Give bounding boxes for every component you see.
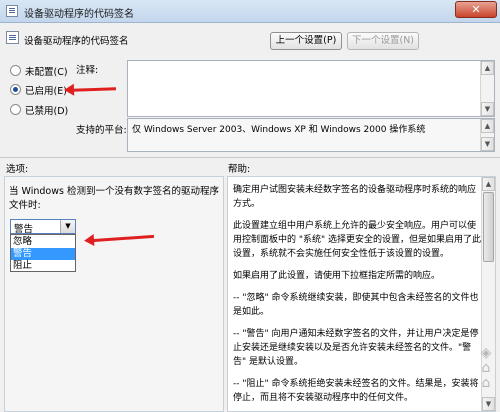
help-paragraph: -- "警告" 向用户通知未经数字签名的文件，并让用户决定是停止安装还是继续安装… xyxy=(233,329,479,367)
section-divider xyxy=(0,157,500,158)
radio-circle[interactable] xyxy=(10,84,21,95)
platform-label: 支持的平台: xyxy=(76,125,127,136)
scroll-down-icon[interactable]: ▼ xyxy=(481,137,494,151)
help-paragraph: 确定用户试图安装未经数字签名的设备驱动程序时系统的响应方式。 xyxy=(233,185,477,209)
radio-circle[interactable] xyxy=(10,104,21,115)
options-section-label: 选项: xyxy=(6,164,29,175)
dropdown-option-block[interactable]: 阻止 xyxy=(11,260,75,272)
scroll-thumb[interactable] xyxy=(483,192,494,262)
platform-scrollbar[interactable]: ▲ ▼ xyxy=(480,119,494,151)
chevron-down-icon[interactable]: ▼ xyxy=(60,220,75,233)
response-dropdown-list[interactable]: 忽略 警告 阻止 xyxy=(10,234,76,272)
policy-title: 设备驱动程序的代码签名 xyxy=(24,36,129,47)
dropdown-option-ignore[interactable]: 忽略 xyxy=(11,236,75,248)
radio-circle[interactable] xyxy=(10,65,21,76)
radio-label: 已禁用(D) xyxy=(25,106,69,117)
comment-field[interactable]: ▲ ▼ xyxy=(127,60,495,117)
policy-icon xyxy=(6,31,19,44)
help-section-label: 帮助: xyxy=(228,164,251,175)
close-icon: ✕ xyxy=(471,3,481,16)
close-button[interactable]: ✕ xyxy=(455,1,497,18)
help-paragraph: -- "忽略" 命令系统继续安装，即使其中包含未经签名的文件也是如此。 xyxy=(233,293,479,317)
title-bar[interactable]: 设备驱动程序的代码签名 xyxy=(0,0,500,23)
radio-label: 未配置(C) xyxy=(25,67,68,78)
next-setting-button[interactable]: 下一个设置(N) xyxy=(347,32,419,50)
policy-icon xyxy=(6,5,18,17)
scroll-up-icon[interactable]: ▲ xyxy=(481,61,494,75)
scroll-down-icon[interactable]: ▼ xyxy=(481,102,494,116)
help-paragraph: -- "阻止" 命令系统拒绝安装未经签名的文件。结果是，安装将停止，而且将不安装… xyxy=(233,379,479,403)
scroll-up-icon[interactable]: ▲ xyxy=(481,119,494,133)
comment-label: 注释: xyxy=(76,65,99,76)
comment-scrollbar[interactable]: ▲ ▼ xyxy=(480,61,494,116)
radio-disabled[interactable]: 已禁用(D) xyxy=(10,103,90,117)
scroll-up-icon[interactable]: ▲ xyxy=(482,177,495,191)
options-prompt: 当 Windows 检测到一个没有数字签名的驱动程序文件时: xyxy=(9,186,219,211)
help-paragraph: 此设置建立组中用户系统上允许的最少安全响应。用户可以使用控制面板中的 "系统" … xyxy=(233,221,482,259)
previous-setting-button[interactable]: 上一个设置(P) xyxy=(270,32,342,50)
watermark-icon: ◈ ⌂ ⌂ xyxy=(480,345,492,391)
window-title: 设备驱动程序的代码签名 xyxy=(24,9,134,20)
radio-label: 已启用(E) xyxy=(25,86,67,97)
help-panel: 确定用户试图安装未经数字签名的设备驱动程序时系统的响应方式。 此设置建立组中用户… xyxy=(227,176,496,412)
annotation-arrow-icon xyxy=(71,87,117,92)
help-paragraph: 如果启用了此设置，请使用下拉框指定所需的响应。 xyxy=(233,271,441,281)
response-select[interactable]: 警告 ▼ xyxy=(10,219,76,235)
platform-value: 仅 Windows Server 2003、Windows XP 和 Windo… xyxy=(132,125,426,135)
platform-field: 仅 Windows Server 2003、Windows XP 和 Windo… xyxy=(127,118,495,152)
dropdown-option-warn[interactable]: 警告 xyxy=(11,248,75,260)
response-select-value: 警告 xyxy=(14,224,34,235)
